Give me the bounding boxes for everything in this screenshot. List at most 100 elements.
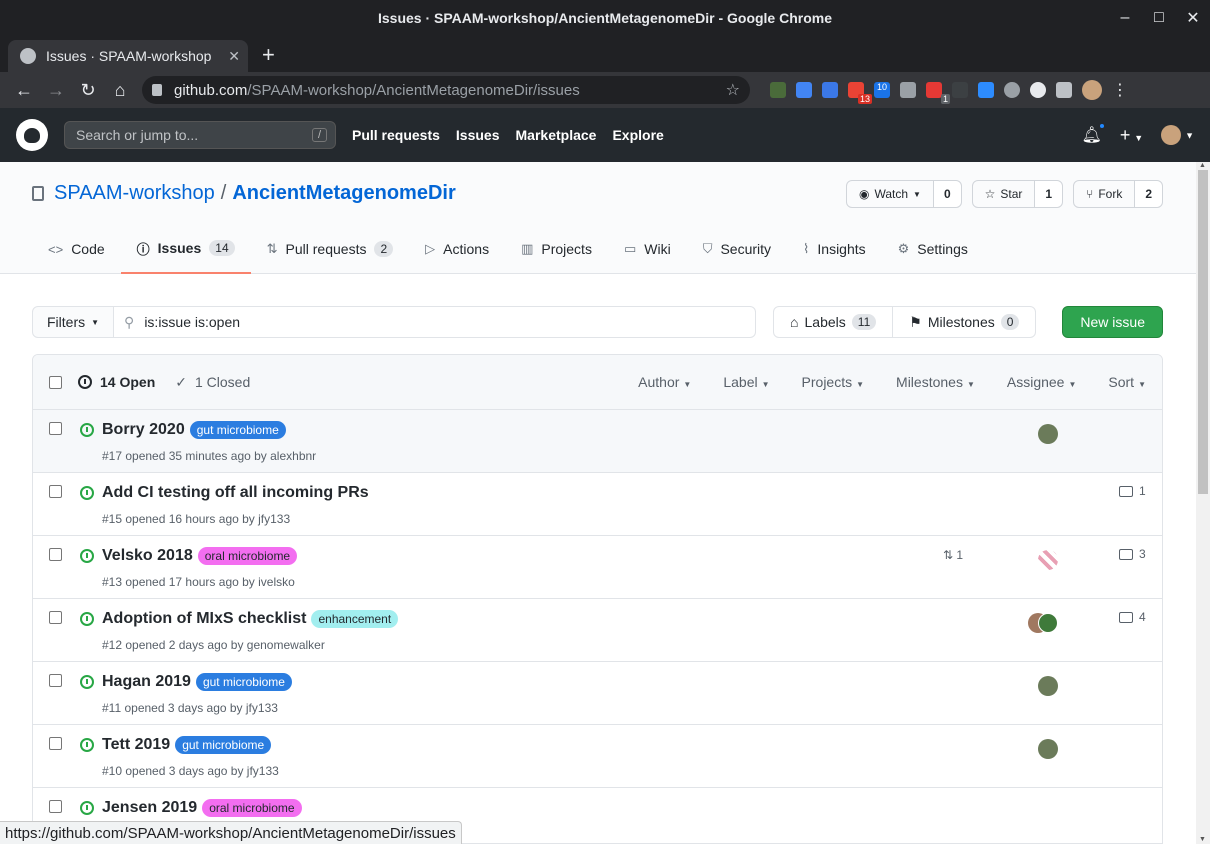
fork-button[interactable]: ⑂ Fork <box>1074 181 1134 207</box>
tab-issues[interactable]: ⓘ Issues 14 <box>120 224 251 274</box>
labels-link[interactable]: ⌂ Labels 11 <box>774 307 892 337</box>
issue-checkbox[interactable] <box>49 674 62 687</box>
tab-pull-requests[interactable]: ⇅ Pull requests 2 <box>251 224 410 274</box>
projects-dropdown[interactable]: Projects ▼ <box>802 374 865 390</box>
maximize-icon[interactable]: □ <box>1142 9 1176 27</box>
issue-checkbox[interactable] <box>49 800 62 813</box>
issue-title-link[interactable]: Borry 2020 <box>102 421 185 439</box>
comments-link[interactable]: 1 <box>1119 484 1146 498</box>
comments-link[interactable]: 4 <box>1119 610 1146 624</box>
assignee-avatar[interactable] <box>1038 424 1058 444</box>
issue-row[interactable]: Hagan 2019 gut microbiome #11 opened 3 d… <box>33 662 1162 725</box>
tab-close-icon[interactable]: ✕ <box>228 48 240 65</box>
linked-pr-link[interactable]: ⇅ 1 <box>943 548 963 562</box>
user-menu-dropdown[interactable]: ▼ <box>1161 125 1194 145</box>
issue-checkbox[interactable] <box>49 737 62 750</box>
assignee-dropdown[interactable]: Assignee ▼ <box>1007 374 1077 390</box>
label-gut-microbiome[interactable]: gut microbiome <box>175 736 272 754</box>
reload-icon[interactable]: ↻ <box>72 80 104 101</box>
label-gut-microbiome[interactable]: gut microbiome <box>189 421 286 439</box>
issue-row[interactable]: Velsko 2018 oral microbiome #13 opened 1… <box>33 536 1162 599</box>
open-issues-link[interactable]: 14 Open <box>78 374 155 390</box>
issue-row[interactable]: Adoption of MIxS checklist enhancement #… <box>33 599 1162 662</box>
extension-zoom-icon[interactable] <box>978 82 994 98</box>
extension-docs-icon[interactable] <box>796 82 812 98</box>
watch-button[interactable]: ◉ Watch ▼ <box>847 181 933 207</box>
search-input[interactable]: Search or jump to... / <box>64 121 336 149</box>
issue-checkbox[interactable] <box>49 548 62 561</box>
new-issue-button[interactable]: New issue <box>1062 306 1163 338</box>
address-bar[interactable]: github.com/SPAAM-workshop/AncientMetagen… <box>142 76 750 104</box>
tab-settings[interactable]: ⚙ Settings <box>882 224 984 274</box>
back-icon[interactable]: ← <box>8 80 40 101</box>
repo-owner-link[interactable]: SPAAM-workshop <box>54 182 215 205</box>
issue-title-link[interactable]: Adoption of MIxS checklist <box>102 610 306 628</box>
chrome-menu-icon[interactable]: ⋮ <box>1112 80 1128 100</box>
extension-gmail-icon[interactable]: 13 <box>848 82 872 104</box>
fork-count[interactable]: 2 <box>1134 181 1162 207</box>
issue-checkbox[interactable] <box>49 422 62 435</box>
star-count[interactable]: 1 <box>1034 181 1063 207</box>
issue-title-link[interactable]: Velsko 2018 <box>102 547 193 565</box>
nav-marketplace[interactable]: Marketplace <box>516 127 597 143</box>
page-scrollbar[interactable]: ▲ ▼ <box>1196 162 1210 844</box>
profile-avatar-icon[interactable] <box>1082 80 1102 100</box>
extension-calendar-icon[interactable]: 10 <box>874 82 890 98</box>
nav-explore[interactable]: Explore <box>612 127 663 143</box>
issue-row[interactable]: Tett 2019 gut microbiome #10 opened 3 da… <box>33 725 1162 788</box>
scroll-up-icon[interactable]: ▲ <box>1199 162 1206 169</box>
extension-book-icon[interactable] <box>900 82 916 98</box>
issue-title-link[interactable]: Hagan 2019 <box>102 673 191 691</box>
close-window-icon[interactable]: ✕ <box>1176 8 1210 28</box>
issue-title-link[interactable]: Add CI testing off all incoming PRs <box>102 484 369 502</box>
tab-code[interactable]: <> Code <box>32 224 121 274</box>
assignee-avatar[interactable] <box>1038 550 1058 570</box>
tab-security[interactable]: ⛉ Security <box>687 224 787 274</box>
nav-pull-requests[interactable]: Pull requests <box>352 127 440 143</box>
extension-dots-icon[interactable]: 1 <box>926 82 950 104</box>
label-oral-microbiome[interactable]: oral microbiome <box>197 547 298 565</box>
extension-pen-icon[interactable] <box>952 82 968 98</box>
bookmark-star-icon[interactable]: ☆ <box>726 80 740 100</box>
scrollbar-thumb[interactable] <box>1198 170 1208 494</box>
issue-checkbox[interactable] <box>49 611 62 624</box>
issues-search-input[interactable]: ⚲ is:issue is:open <box>114 306 757 338</box>
home-icon[interactable]: ⌂ <box>104 80 136 101</box>
nav-issues[interactable]: Issues <box>456 127 500 143</box>
tab-actions[interactable]: ▷ Actions <box>409 224 505 274</box>
new-tab-icon[interactable]: + <box>262 42 275 68</box>
milestones-link[interactable]: ⚑ Milestones 0 <box>892 307 1035 337</box>
extension-p-icon[interactable] <box>770 82 786 98</box>
label-gut-microbiome[interactable]: gut microbiome <box>195 673 292 691</box>
extensions-puzzle-icon[interactable] <box>1056 82 1072 98</box>
issue-row[interactable]: Borry 2020 gut microbiome #17 opened 35 … <box>33 410 1162 473</box>
extension-grammarly-icon[interactable] <box>1030 82 1046 98</box>
notifications-bell-icon[interactable]: 🔔︎ <box>1082 122 1106 145</box>
filters-dropdown[interactable]: Filters ▼ <box>32 306 115 338</box>
label-oral-microbiome[interactable]: oral microbiome <box>202 799 302 817</box>
browser-tab[interactable]: Issues · SPAAM-workshop ✕ <box>8 40 248 72</box>
issue-row[interactable]: Add CI testing off all incoming PRs #15 … <box>33 473 1162 536</box>
sort-dropdown[interactable]: Sort ▼ <box>1108 374 1146 390</box>
label-dropdown[interactable]: Label ▼ <box>723 374 769 390</box>
tab-projects[interactable]: ▥ Projects <box>505 224 608 274</box>
github-logo-icon[interactable] <box>16 119 48 151</box>
extension-translate-icon[interactable] <box>822 82 838 98</box>
watch-count[interactable]: 0 <box>932 181 961 207</box>
issue-title-link[interactable]: Tett 2019 <box>102 736 170 754</box>
repo-name-link[interactable]: AncientMetagenomeDir <box>232 182 455 205</box>
label-enhancement[interactable]: enhancement <box>311 610 399 628</box>
issue-title-link[interactable]: Jensen 2019 <box>102 799 197 817</box>
forward-icon[interactable]: → <box>40 80 72 101</box>
assignee-avatar[interactable] <box>1038 739 1058 759</box>
milestones-dropdown[interactable]: Milestones ▼ <box>896 374 975 390</box>
assignee-avatar[interactable] <box>1038 613 1058 633</box>
tab-wiki[interactable]: ▭ Wiki <box>608 224 687 274</box>
extension-circle-icon[interactable] <box>1004 82 1020 98</box>
star-button[interactable]: ☆ Star <box>973 181 1035 207</box>
tab-insights[interactable]: ⌇ Insights <box>787 224 882 274</box>
scroll-down-icon[interactable]: ▼ <box>1199 836 1206 843</box>
assignee-avatar[interactable] <box>1038 676 1058 696</box>
minimize-icon[interactable]: – <box>1108 9 1142 27</box>
comments-link[interactable]: 3 <box>1119 547 1146 561</box>
